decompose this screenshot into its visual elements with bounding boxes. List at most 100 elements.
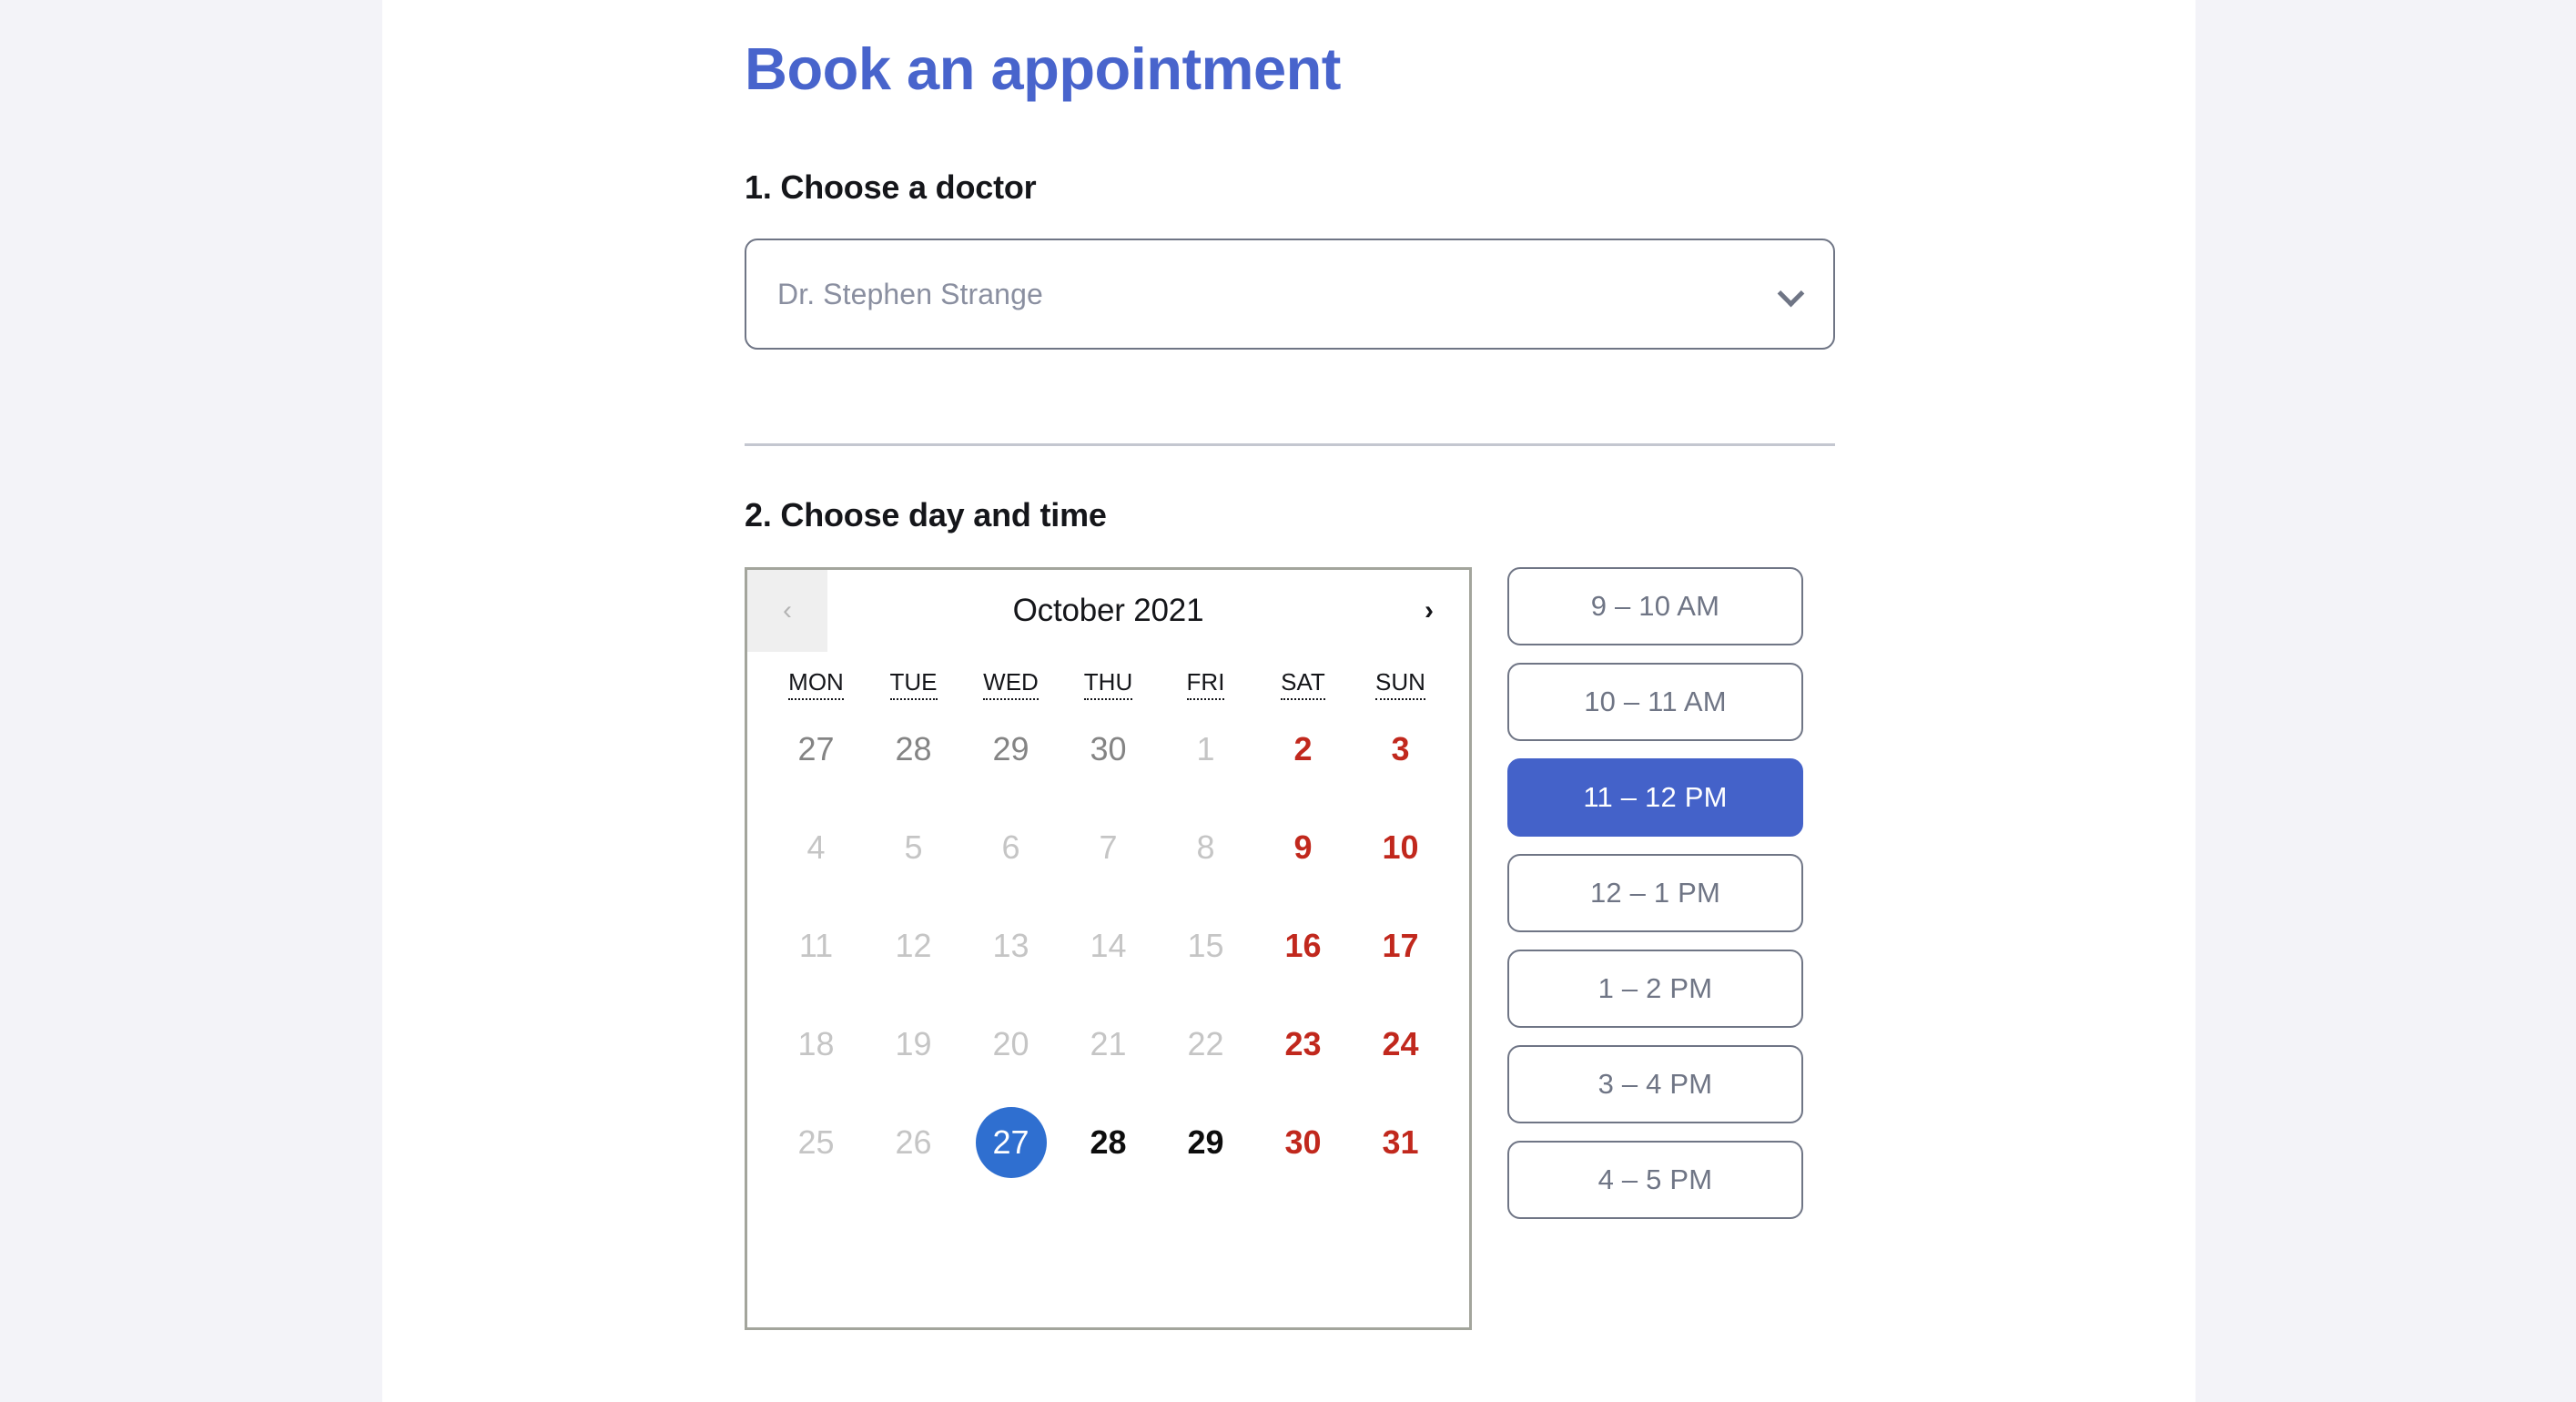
calendar-weekday-label: SUN bbox=[1375, 668, 1425, 700]
chevron-right-icon[interactable]: › bbox=[1389, 570, 1469, 652]
calendar-weekday-wed: WED bbox=[962, 668, 1060, 700]
calendar-day-11: 11 bbox=[767, 897, 865, 995]
calendar-day-7: 7 bbox=[1060, 798, 1157, 897]
calendar-weekday-tue: TUE bbox=[865, 668, 962, 700]
calendar-day-21: 21 bbox=[1060, 995, 1157, 1093]
calendar-weekday-mon: MON bbox=[767, 668, 865, 700]
calendar-weeks: 27 28 29 30 1 2 3 4 5 6 7 8 9 10 11 12 13 14 15 16 17 18 19 20 2… bbox=[747, 700, 1469, 1192]
calendar-day-14: 14 bbox=[1060, 897, 1157, 995]
step-2-heading: 2. Choose day and time bbox=[745, 496, 1107, 533]
calendar-weekday-sat: SAT bbox=[1254, 668, 1352, 700]
calendar-day-19: 19 bbox=[865, 995, 962, 1093]
calendar-grid: MON TUE WED THU FRI SAT SUN 27 28 29 30 1 2 3 4 5 6 7 8 9 1… bbox=[747, 668, 1469, 1192]
chevron-down-icon bbox=[1779, 282, 1802, 306]
calendar-header: ‹ October 2021 › bbox=[747, 570, 1469, 652]
calendar-week-row: 25 26 27 28 29 30 31 bbox=[747, 1093, 1469, 1192]
calendar-day-label: 11 bbox=[798, 927, 834, 964]
calendar-day-label: 4 bbox=[806, 828, 826, 866]
calendar-day-10: 10 bbox=[1352, 798, 1449, 897]
calendar-day-27[interactable]: 27 bbox=[962, 1093, 1060, 1192]
calendar-weekday-label: TUE bbox=[889, 668, 938, 700]
time-slot-button[interactable]: 11 – 12 PM bbox=[1507, 758, 1803, 837]
calendar-day-label: 8 bbox=[1196, 828, 1215, 866]
calendar-day-30: 30 bbox=[1060, 700, 1157, 798]
calendar-day-22: 22 bbox=[1157, 995, 1254, 1093]
calendar-day-label: 24 bbox=[1382, 1025, 1419, 1062]
calendar-day-31: 31 bbox=[1352, 1093, 1449, 1192]
calendar-day-27: 27 bbox=[767, 700, 865, 798]
calendar-day-23: 23 bbox=[1254, 995, 1352, 1093]
calendar-day-label: 14 bbox=[1090, 927, 1127, 964]
calendar-day-label: 7 bbox=[1099, 828, 1118, 866]
calendar-weekday-label: WED bbox=[983, 668, 1039, 700]
calendar-day-12: 12 bbox=[865, 897, 962, 995]
calendar-day-label: 21 bbox=[1090, 1025, 1127, 1062]
calendar-day-label: 30 bbox=[1090, 730, 1127, 767]
calendar-day-label: 31 bbox=[1382, 1123, 1419, 1161]
calendar-day-26: 26 bbox=[865, 1093, 962, 1192]
calendar-day-6: 6 bbox=[962, 798, 1060, 897]
doctor-select-value: Dr. Stephen Strange bbox=[777, 277, 1043, 310]
calendar-day-label: 3 bbox=[1391, 730, 1410, 767]
calendar: ‹ October 2021 › MON TUE WED THU FRI SAT SUN 2… bbox=[745, 567, 1472, 1330]
calendar-day-18: 18 bbox=[767, 995, 865, 1093]
calendar-week-row: 4 5 6 7 8 9 10 bbox=[747, 798, 1469, 897]
page-background: Book an appointment 1. Choose a doctor D… bbox=[0, 0, 2576, 1402]
calendar-day-label: 6 bbox=[1001, 828, 1020, 866]
calendar-day-29: 29 bbox=[962, 700, 1060, 798]
calendar-day-label: 2 bbox=[1293, 730, 1313, 767]
calendar-day-label: 13 bbox=[992, 927, 1029, 964]
step-1-heading: 1. Choose a doctor bbox=[745, 168, 1037, 206]
calendar-day-25: 25 bbox=[767, 1093, 865, 1192]
calendar-day-label: 23 bbox=[1284, 1025, 1322, 1062]
calendar-weekday-label: SAT bbox=[1281, 668, 1325, 700]
calendar-week-row: 27 28 29 30 1 2 3 bbox=[747, 700, 1469, 798]
time-slot-button[interactable]: 12 – 1 PM bbox=[1507, 854, 1803, 932]
calendar-weekday-fri: FRI bbox=[1157, 668, 1254, 700]
calendar-weekday-label: MON bbox=[788, 668, 844, 700]
calendar-day-17: 17 bbox=[1352, 897, 1449, 995]
calendar-day-label: 28 bbox=[895, 730, 932, 767]
time-slot-button[interactable]: 3 – 4 PM bbox=[1507, 1045, 1803, 1123]
doctor-select[interactable]: Dr. Stephen Strange bbox=[745, 239, 1835, 350]
calendar-week-row: 11 12 13 14 15 16 17 bbox=[747, 897, 1469, 995]
page-title: Book an appointment bbox=[745, 36, 1341, 102]
calendar-day-label: 19 bbox=[895, 1025, 932, 1062]
calendar-day-1: 1 bbox=[1157, 700, 1254, 798]
time-slot-button[interactable]: 4 – 5 PM bbox=[1507, 1141, 1803, 1219]
calendar-day-2: 2 bbox=[1254, 700, 1352, 798]
calendar-day-24: 24 bbox=[1352, 995, 1449, 1093]
time-slot-button[interactable]: 10 – 11 AM bbox=[1507, 663, 1803, 741]
day-time-picker: ‹ October 2021 › MON TUE WED THU FRI SAT SUN 2… bbox=[745, 567, 1837, 1341]
calendar-weekday-row: MON TUE WED THU FRI SAT SUN bbox=[747, 668, 1469, 700]
chevron-left-icon[interactable]: ‹ bbox=[747, 570, 827, 652]
calendar-day-label: 27 bbox=[975, 1107, 1047, 1178]
calendar-day-label: 28 bbox=[1090, 1123, 1127, 1161]
calendar-day-label: 30 bbox=[1284, 1123, 1322, 1161]
calendar-day-16: 16 bbox=[1254, 897, 1352, 995]
calendar-day-label: 26 bbox=[895, 1123, 932, 1161]
content-panel: Book an appointment 1. Choose a doctor D… bbox=[382, 0, 2196, 1402]
calendar-day-29[interactable]: 29 bbox=[1157, 1093, 1254, 1192]
calendar-day-label: 27 bbox=[797, 730, 835, 767]
calendar-day-8: 8 bbox=[1157, 798, 1254, 897]
calendar-weekday-label: FRI bbox=[1186, 668, 1225, 700]
calendar-week-row: 18 19 20 21 22 23 24 bbox=[747, 995, 1469, 1093]
calendar-day-20: 20 bbox=[962, 995, 1060, 1093]
calendar-day-label: 9 bbox=[1293, 828, 1313, 866]
time-slot-button[interactable]: 9 – 10 AM bbox=[1507, 567, 1803, 645]
calendar-day-label: 17 bbox=[1382, 927, 1419, 964]
section-divider bbox=[745, 443, 1835, 446]
calendar-day-label: 29 bbox=[992, 730, 1029, 767]
calendar-day-label: 12 bbox=[895, 927, 932, 964]
calendar-day-28[interactable]: 28 bbox=[1060, 1093, 1157, 1192]
calendar-weekday-sun: SUN bbox=[1352, 668, 1449, 700]
calendar-weekday-label: THU bbox=[1083, 668, 1133, 700]
calendar-day-30: 30 bbox=[1254, 1093, 1352, 1192]
calendar-day-4: 4 bbox=[767, 798, 865, 897]
calendar-day-label: 15 bbox=[1187, 927, 1224, 964]
booking-form: Book an appointment 1. Choose a doctor D… bbox=[745, 0, 1837, 1402]
calendar-day-28: 28 bbox=[865, 700, 962, 798]
calendar-day-13: 13 bbox=[962, 897, 1060, 995]
time-slot-button[interactable]: 1 – 2 PM bbox=[1507, 950, 1803, 1028]
